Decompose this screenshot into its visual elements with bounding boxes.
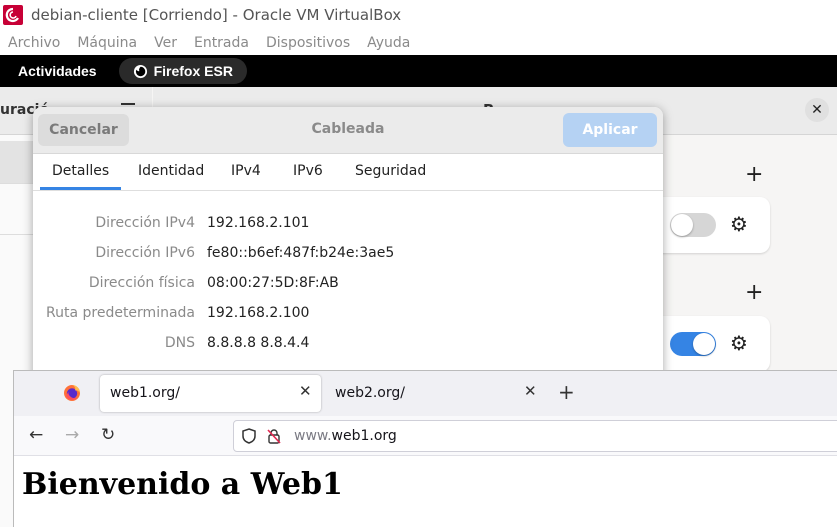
detail-label: Ruta predeterminada bbox=[46, 305, 195, 321]
url-bar[interactable]: www.web1.org bbox=[233, 420, 837, 452]
detail-value: 192.168.2.100 bbox=[207, 305, 310, 321]
close-tab-icon[interactable]: ✕ bbox=[299, 382, 312, 400]
close-icon: ✕ bbox=[811, 102, 823, 118]
detail-value: 08:00:27:5D:8F:AB bbox=[207, 275, 339, 291]
menu-ver[interactable]: Ver bbox=[154, 35, 177, 51]
detail-label: Dirección IPv6 bbox=[95, 245, 195, 261]
back-arrow-icon[interactable]: ← bbox=[29, 425, 43, 445]
tab-title: web1.org/ bbox=[110, 385, 180, 401]
detail-label: DNS bbox=[164, 335, 195, 351]
tab-web1[interactable]: web1.org/ ✕ bbox=[100, 375, 321, 412]
tab-web2[interactable]: web2.org/ ✕ bbox=[325, 375, 546, 412]
insecure-lock-icon[interactable] bbox=[267, 428, 281, 444]
detail-value: 8.8.8.8 8.8.4.4 bbox=[207, 335, 310, 351]
toggle-knob bbox=[671, 214, 693, 236]
firefox-window: web1.org/ ✕ web2.org/ ✕ + ← → ↻ www.web1… bbox=[13, 370, 837, 527]
firefox-logo-icon[interactable] bbox=[63, 384, 81, 402]
detail-row-dns: DNS 8.8.8.8 8.8.4.4 bbox=[33, 335, 663, 355]
page-heading: Bienvenido a Web1 bbox=[22, 467, 343, 502]
detail-value: fe80::b6ef:487f:b24e:3ae5 bbox=[207, 245, 395, 261]
tab-ipv6[interactable]: IPv6 bbox=[293, 163, 323, 187]
gear-icon[interactable]: ⚙ bbox=[730, 331, 748, 355]
dialog-tabs: Detalles Identidad IPv4 IPv6 Seguridad bbox=[33, 155, 663, 191]
plus-icon: + bbox=[745, 162, 764, 187]
tab-ipv4[interactable]: IPv4 bbox=[231, 163, 261, 187]
wired-connection-dialog: Cancelar Cableada Aplicar Detalles Ident… bbox=[33, 107, 663, 397]
app-menu-button[interactable]: Firefox ESR bbox=[118, 58, 247, 84]
new-tab-icon[interactable]: + bbox=[558, 381, 575, 403]
menu-entrada[interactable]: Entrada bbox=[194, 35, 249, 51]
url-prefix: www. bbox=[294, 428, 332, 444]
gear-icon[interactable]: ⚙ bbox=[730, 212, 748, 236]
menu-ayuda[interactable]: Ayuda bbox=[367, 35, 410, 51]
url-text[interactable]: www.web1.org bbox=[294, 428, 397, 444]
detail-row-ipv4: Dirección IPv4 192.168.2.101 bbox=[33, 215, 663, 235]
connection-toggle-on[interactable] bbox=[670, 332, 716, 356]
navigation-bar: ← → ↻ www.web1.org bbox=[14, 416, 837, 456]
tab-title: web2.org/ bbox=[335, 385, 405, 401]
menu-archivo[interactable]: Archivo bbox=[8, 35, 60, 51]
detail-row-gateway: Ruta predeterminada 192.168.2.100 bbox=[33, 305, 663, 325]
detail-row-mac: Dirección física 08:00:27:5D:8F:AB bbox=[33, 275, 663, 295]
forward-arrow-icon[interactable]: → bbox=[65, 425, 79, 445]
gnome-top-bar: Actividades Firefox ESR bbox=[0, 55, 837, 87]
debian-app-icon bbox=[3, 5, 23, 25]
tab-seguridad[interactable]: Seguridad bbox=[355, 163, 426, 187]
menu-maquina[interactable]: Máquina bbox=[77, 35, 137, 51]
detail-row-ipv6: Dirección IPv6 fe80::b6ef:487f:b24e:3ae5 bbox=[33, 245, 663, 265]
detail-value: 192.168.2.101 bbox=[207, 215, 310, 231]
tab-strip: web1.org/ ✕ web2.org/ ✕ + bbox=[14, 371, 837, 416]
detail-label: Dirección IPv4 bbox=[95, 215, 195, 231]
host-title-bar: debian-cliente [Corriendo] - Oracle VM V… bbox=[0, 0, 837, 30]
dialog-header: Cancelar Cableada Aplicar bbox=[33, 107, 663, 154]
shield-icon[interactable] bbox=[242, 428, 256, 444]
tab-detalles[interactable]: Detalles bbox=[40, 163, 122, 190]
menu-dispositivos[interactable]: Dispositivos bbox=[266, 35, 350, 51]
url-domain: web1.org bbox=[331, 428, 397, 444]
host-window-title: debian-cliente [Corriendo] - Oracle VM V… bbox=[31, 6, 402, 24]
connection-toggle-off[interactable] bbox=[670, 213, 716, 237]
tab-identidad[interactable]: Identidad bbox=[138, 163, 204, 187]
close-window-button[interactable]: ✕ bbox=[805, 98, 829, 122]
toggle-knob bbox=[693, 333, 715, 355]
activities-button[interactable]: Actividades bbox=[18, 63, 97, 79]
app-menu-label: Firefox ESR bbox=[153, 63, 233, 79]
reload-icon[interactable]: ↻ bbox=[101, 425, 115, 445]
page-content: Bienvenido a Web1 bbox=[14, 457, 837, 527]
close-tab-icon[interactable]: ✕ bbox=[524, 382, 537, 400]
add-connection-button[interactable]: + bbox=[745, 164, 763, 186]
detail-label: Dirección física bbox=[88, 275, 195, 291]
apply-button[interactable]: Aplicar bbox=[563, 113, 657, 147]
add-vpn-button[interactable]: + bbox=[745, 282, 763, 304]
plus-icon: + bbox=[745, 280, 764, 305]
host-menu-bar: Archivo Máquina Ver Entrada Dispositivos… bbox=[0, 30, 837, 55]
firefox-icon bbox=[133, 64, 147, 78]
